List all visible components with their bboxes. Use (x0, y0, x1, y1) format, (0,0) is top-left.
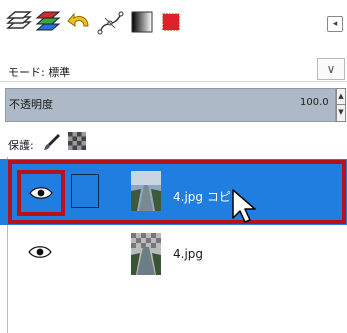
lock-pixels-brush-icon[interactable] (42, 132, 62, 152)
opacity-value[interactable]: 100.0 (300, 97, 329, 108)
divider (0, 81, 347, 82)
paths-tab-icon[interactable] (97, 8, 125, 36)
opacity-spinner[interactable]: ▲ ▼ (336, 88, 346, 122)
color-swatch-tab-icon[interactable] (157, 8, 185, 36)
layer-name[interactable]: 4.jpg (173, 247, 203, 261)
spin-down-icon[interactable]: ▼ (337, 105, 345, 121)
mouse-pointer-icon (230, 188, 260, 224)
visibility-toggle[interactable] (17, 170, 65, 216)
undo-history-tab-icon[interactable] (66, 8, 94, 36)
gradient-tab-icon[interactable] (128, 8, 156, 36)
channels-tab-icon[interactable] (34, 8, 62, 36)
layers-tab-icon[interactable] (5, 8, 33, 36)
mode-label: モード: 標準 (8, 66, 71, 79)
chevron-down-icon: ∨ (326, 62, 336, 76)
mode-dropdown[interactable]: ∨ (317, 58, 345, 80)
spin-up-icon[interactable]: ▲ (337, 89, 345, 105)
eye-icon[interactable] (28, 244, 52, 260)
opacity-label: 不透明度 (9, 98, 53, 111)
layer-thumbnail (131, 171, 161, 211)
lock-alpha-checker-icon[interactable] (68, 132, 86, 150)
lock-label: 保護: (8, 139, 34, 152)
opacity-slider[interactable] (5, 88, 336, 122)
layer-thumbnail (131, 233, 161, 275)
tab-menu-button[interactable]: ◂ (327, 16, 343, 32)
eye-icon (29, 187, 53, 199)
chain-toggle[interactable] (71, 174, 99, 208)
